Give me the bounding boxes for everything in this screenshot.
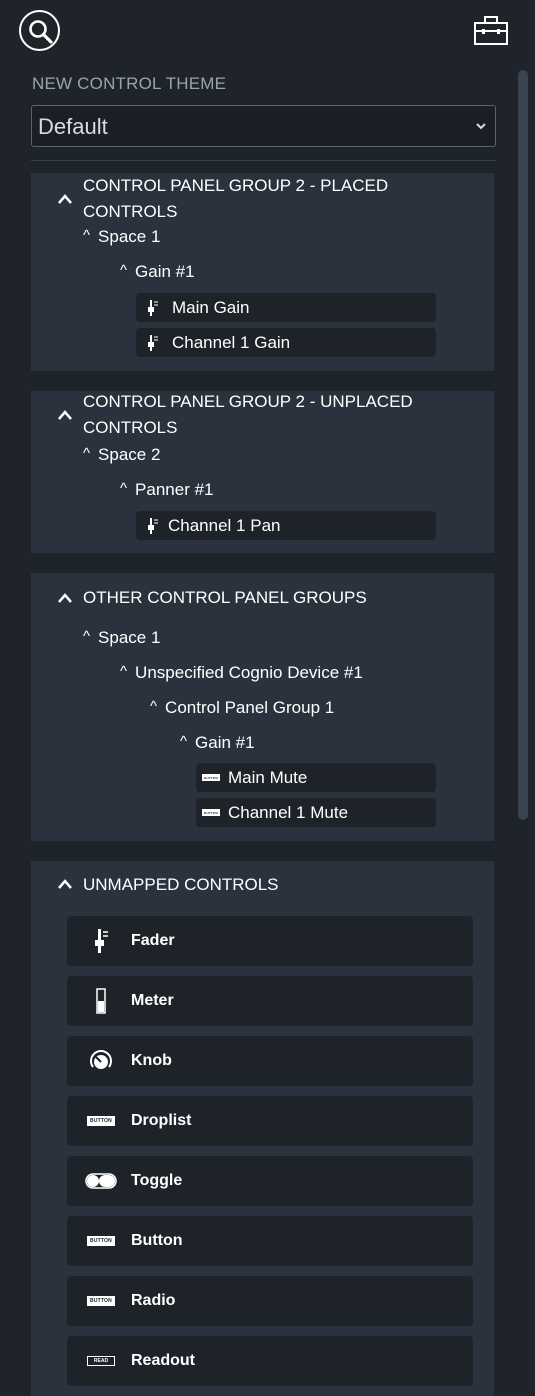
theme-select-value: Default <box>38 114 108 139</box>
unmapped-radio-button[interactable]: BUTTON Radio <box>67 1276 473 1326</box>
caret-up-icon: ^ <box>83 444 91 462</box>
scrollbar[interactable] <box>518 70 528 820</box>
tree-item-panel-group[interactable]: ^ Control Panel Group 1 <box>150 698 334 718</box>
collapse-caret-icon[interactable] <box>57 409 73 421</box>
unmapped-label: Meter <box>131 992 174 1009</box>
caret-up-icon: ^ <box>120 479 128 497</box>
tree-item-label: Space 1 <box>98 227 161 246</box>
top-toolbar <box>0 0 535 66</box>
group-other-control-panels: OTHER CONTROL PANEL GROUPS ^ Space 1 ^ U… <box>31 573 494 841</box>
tree-item-label: Space 1 <box>98 628 161 647</box>
divider <box>31 160 496 161</box>
control-item[interactable]: BUTTON Channel 1 Mute <box>196 798 436 827</box>
tree-item-label: Gain #1 <box>195 733 255 752</box>
group-unplaced-controls: CONTROL PANEL GROUP 2 - UNPLACED CONTROL… <box>31 391 494 553</box>
control-label: Channel 1 Pan <box>168 515 281 535</box>
control-label: Channel 1 Mute <box>228 802 349 822</box>
control-item[interactable]: BUTTON Main Mute <box>196 763 436 792</box>
control-item[interactable]: Channel 1 Gain <box>136 328 436 357</box>
fader-icon <box>142 517 164 535</box>
tree-item-label: Control Panel Group 1 <box>165 698 335 717</box>
unmapped-toggle-button[interactable]: Toggle <box>67 1156 473 1206</box>
theme-label: NEW CONTROL THEME <box>32 74 227 93</box>
tree-item-label: Gain #1 <box>135 262 195 281</box>
tree-item-device[interactable]: ^ Unspecified Cognio Device #1 <box>120 663 363 683</box>
caret-up-icon: ^ <box>180 732 188 750</box>
group-placed-controls: CONTROL PANEL GROUP 2 - PLACED CONTROLS … <box>31 173 494 371</box>
unmapped-label: Button <box>131 1232 183 1249</box>
chevron-down-icon <box>476 123 486 130</box>
unmapped-label: Knob <box>131 1052 172 1069</box>
control-label: Main Gain <box>172 297 250 317</box>
unmapped-label: Fader <box>131 932 175 949</box>
badge-text: BUTTON <box>87 1296 115 1306</box>
toolbox-button[interactable] <box>472 14 510 48</box>
badge-text: BUTTON <box>87 1116 115 1126</box>
unmapped-fader-button[interactable]: Fader <box>67 916 473 966</box>
tree-item-space[interactable]: ^ Space 1 <box>83 628 160 648</box>
button-badge-icon: BUTTON <box>200 774 222 781</box>
control-label: Main Mute <box>228 767 308 787</box>
unmapped-meter-button[interactable]: Meter <box>67 976 473 1026</box>
unmapped-label: Droplist <box>131 1112 192 1129</box>
caret-up-icon: ^ <box>120 261 128 279</box>
tree-item-component[interactable]: ^ Panner #1 <box>120 480 214 500</box>
meter-icon <box>83 988 119 1014</box>
control-item[interactable]: Channel 1 Pan <box>136 511 436 540</box>
collapse-caret-icon[interactable] <box>57 878 73 890</box>
button-badge-icon: BUTTON <box>83 1116 119 1126</box>
readout-badge-text: READ <box>87 1356 115 1366</box>
toggle-icon <box>83 1173 119 1189</box>
collapse-caret-icon[interactable] <box>57 592 73 604</box>
collapse-caret-icon[interactable] <box>57 193 73 205</box>
unmapped-knob-button[interactable]: Knob <box>67 1036 473 1086</box>
fader-icon <box>142 299 164 317</box>
unmapped-label: Toggle <box>131 1172 183 1189</box>
tree-item-label: Panner #1 <box>135 480 214 499</box>
toolbox-icon <box>474 16 508 45</box>
control-item[interactable]: Main Gain <box>136 293 436 322</box>
button-badge-icon: BUTTON <box>83 1236 119 1246</box>
tree-item-space[interactable]: ^ Space 1 <box>83 227 160 247</box>
unmapped-label: Readout <box>131 1352 195 1369</box>
group-unmapped-controls: UNMAPPED CONTROLS Fader Meter Knob BUTTO… <box>31 861 494 1396</box>
group-title[interactable]: CONTROL PANEL GROUP 2 - UNPLACED CONTROL… <box>83 389 443 441</box>
knob-icon <box>83 1048 119 1074</box>
group-title[interactable]: CONTROL PANEL GROUP 2 - PLACED CONTROLS <box>83 173 443 225</box>
tree-item-label: Space 2 <box>98 445 161 464</box>
badge-text: BUTTON <box>202 774 220 781</box>
theme-select[interactable]: Default <box>31 105 496 147</box>
search-icon <box>29 20 53 44</box>
caret-up-icon: ^ <box>83 627 91 645</box>
control-label: Channel 1 Gain <box>172 332 291 352</box>
tree-item-component[interactable]: ^ Gain #1 <box>180 733 255 753</box>
unmapped-button-button[interactable]: BUTTON Button <box>67 1216 473 1266</box>
group-title[interactable]: OTHER CONTROL PANEL GROUPS <box>83 585 443 611</box>
unmapped-label: Radio <box>131 1292 176 1309</box>
badge-text: BUTTON <box>87 1236 115 1246</box>
button-badge-icon: BUTTON <box>83 1296 119 1306</box>
unmapped-droplist-button[interactable]: BUTTON Droplist <box>67 1096 473 1146</box>
caret-up-icon: ^ <box>120 662 128 680</box>
readout-icon: READ <box>83 1356 119 1366</box>
unmapped-readout-button[interactable]: READ Readout <box>67 1336 473 1386</box>
group-title[interactable]: UNMAPPED CONTROLS <box>83 872 443 898</box>
fader-icon <box>83 928 119 954</box>
caret-up-icon: ^ <box>83 226 91 244</box>
fader-icon <box>142 334 164 352</box>
badge-text: BUTTON <box>202 809 220 816</box>
tree-item-component[interactable]: ^ Gain #1 <box>120 262 195 282</box>
tree-item-space[interactable]: ^ Space 2 <box>83 445 160 465</box>
caret-up-icon: ^ <box>150 697 158 715</box>
button-badge-icon: BUTTON <box>200 809 222 816</box>
search-button[interactable] <box>19 10 60 51</box>
tree-item-label: Unspecified Cognio Device #1 <box>135 663 363 682</box>
